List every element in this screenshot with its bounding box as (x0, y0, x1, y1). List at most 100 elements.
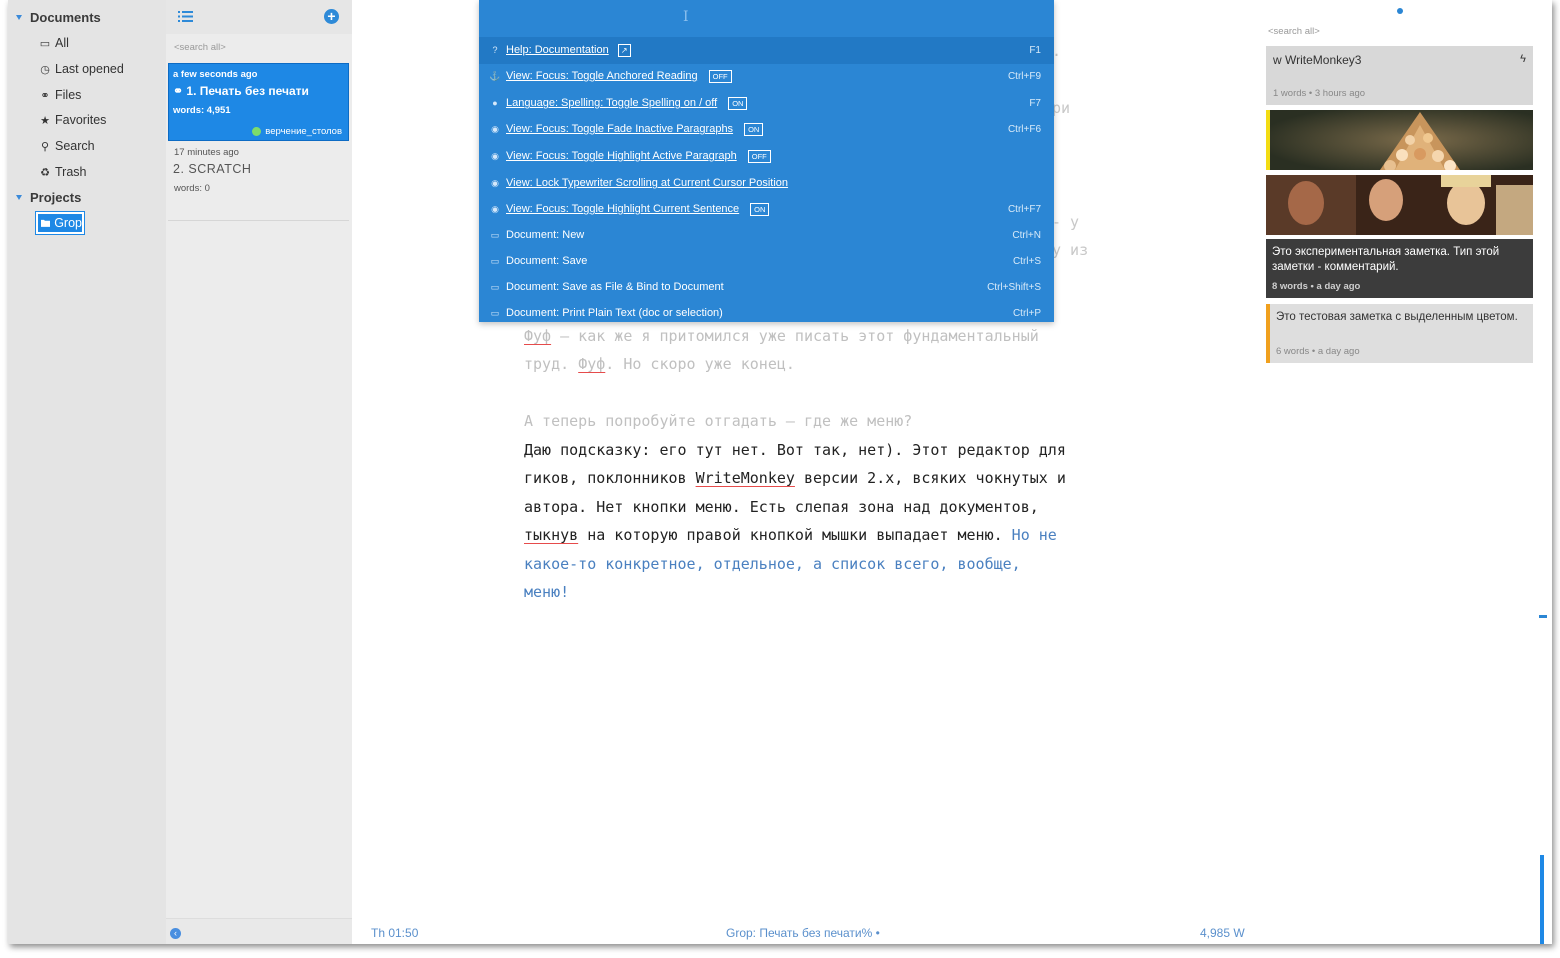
note-age: a day ago (1316, 281, 1361, 292)
command-item[interactable]: ⚓ View: Focus: Toggle Anchored Reading OFF… (479, 63, 1054, 90)
sidebar-item-trash[interactable]: ♻ Trash (39, 165, 86, 179)
note-title: Это экспериментальная заметка. Тип этой … (1272, 246, 1500, 273)
document-title: ⚭ 1. Печать без печати (173, 84, 309, 98)
command-item[interactable]: ▭ Document: Save Ctrl+S (479, 248, 1054, 275)
notes-search-input[interactable]: <search all> (1268, 26, 1320, 37)
footer-document-path[interactable]: Grop: Печать без печати% • (726, 926, 880, 940)
command-item[interactable]: ◉ View: Focus: Toggle Highlight Active Pa… (479, 143, 1054, 170)
command-palette-input[interactable]: I (479, 0, 1054, 36)
command-item[interactable]: ◉ View: Focus: Toggle Fade Inactive Parag… (479, 116, 1054, 143)
clock-icon: ◷ (40, 63, 50, 76)
note-words: 6 words (1276, 346, 1310, 357)
shortcut-key: Ctrl+P (1012, 307, 1041, 319)
document-words: words: 0 (174, 183, 210, 194)
sidebar-nav: Documents ▭ All ◷ Last opened ⚭ Files ★ Favorit… (8, 0, 166, 944)
command-label: View: Focus: Toggle Highlight Current Se… (506, 203, 740, 216)
misspelled-word: WriteMonkey (695, 469, 795, 487)
command-item[interactable]: ? Help: Documentation ↗ F1 (479, 37, 1054, 64)
document-title: 2. SCRATCH (173, 162, 252, 176)
footer-document-suffix: % • (861, 926, 880, 940)
scrollbar-thumb[interactable] (1540, 855, 1544, 944)
folder-icon (41, 219, 51, 227)
eye-icon: ◉ (491, 150, 499, 161)
highlighted-sentence: какое-то конкретное, отдельное, а список… (524, 555, 1021, 573)
collapse-left-icon[interactable]: ‹ (170, 928, 181, 939)
editor-line: А теперь попробуйте отгадать – где же ме… (524, 412, 913, 430)
note-meta: 6 words • a day ago (1276, 346, 1360, 357)
shortcut-key: Ctrl+N (1012, 229, 1041, 241)
command-item[interactable]: ◉ View: Lock Typewriter Scrolling at Curr… (479, 170, 1054, 197)
inbox-icon: ▭ (490, 307, 500, 318)
sidebar-item-label: Search (55, 139, 95, 153)
note-image-card[interactable] (1266, 110, 1533, 170)
command-item[interactable]: ◉ View: Focus: Toggle Highlight Current S… (479, 196, 1054, 223)
note-card[interactable]: w WriteMonkey3 ϟ 1 words • 3 hours ago (1266, 46, 1533, 105)
note-meta: 1 words • 3 hours ago (1273, 88, 1365, 99)
text-fragment: у из (1052, 241, 1089, 259)
project-item-grop[interactable]: Grop (35, 211, 85, 235)
editor-line: труд. Фуф. Но скоро уже конец. (524, 355, 795, 373)
shortcut-key: Ctrl+F9 (1007, 70, 1041, 82)
footer-word-count: 4,985 W (1200, 926, 1245, 940)
shortcut-key: F1 (1029, 44, 1041, 56)
note-card-dark[interactable]: Это экспериментальная заметка. Тип этой … (1266, 239, 1533, 298)
document-search-input[interactable]: <search all> (174, 42, 226, 53)
command-item[interactable]: ● Language: Spelling: Toggle Spelling on … (479, 90, 1054, 117)
command-item[interactable]: ▭ Document: Save as File & Bind to Docume… (479, 274, 1054, 301)
document-card[interactable]: 17 minutes ago 2. SCRATCH words: 0 (168, 143, 349, 221)
shortcut-key: Ctrl+F6 (1007, 123, 1041, 135)
command-label: Document: Print Plain Text (doc or selec… (506, 307, 723, 320)
text-run: на которую правой кнопкой мышки выпадает… (578, 526, 1012, 544)
comments-icon: ● (492, 98, 498, 109)
sidebar-item-files[interactable]: ⚭ Files (39, 88, 81, 102)
sidebar-item-search[interactable]: ⚲ Search (39, 139, 95, 153)
project-label: Grop (54, 216, 82, 230)
shortcut-key: Ctrl+F7 (1007, 203, 1041, 215)
command-label: View: Lock Typewriter Scrolling at Curre… (506, 177, 789, 190)
add-document-icon[interactable]: + (324, 9, 339, 24)
command-palette: I ? Help: Documentation ↗ F1 ⚓ View: Focus: T… (479, 0, 1054, 322)
note-age: 3 hours ago (1314, 88, 1366, 99)
note-title: w WriteMonkey3 (1273, 53, 1362, 67)
toggle-state-badge: ON (750, 202, 770, 216)
document-list-footer: ‹ (166, 918, 352, 944)
command-label: Document: Save (506, 255, 588, 268)
sidebar-item-label: Files (55, 88, 82, 102)
note-title: Это тестовая заметка с выделенным цветом… (1276, 311, 1518, 323)
command-label: Document: Save as File & Bind to Documen… (506, 281, 724, 294)
app-window: Documents ▭ All ◷ Last opened ⚭ Files ★ Favorit… (8, 0, 1552, 944)
note-image-card[interactable] (1266, 175, 1533, 235)
footer-project: Grop: (726, 926, 757, 940)
document-tag[interactable]: верчение_столов (252, 126, 342, 137)
external-link-icon: ↗ (617, 43, 631, 57)
text-run: гиков, поклонников (524, 469, 696, 487)
nav-section-documents[interactable]: Documents (16, 10, 101, 25)
toggle-state-badge: ON (728, 96, 748, 110)
document-time: a few seconds ago (173, 69, 258, 80)
text-run: – как же я притомился уже писать этот фу… (551, 327, 1039, 345)
text-cursor-icon: I (683, 9, 689, 25)
misspelled-word: Фуф (578, 355, 606, 373)
toggle-state-badge: OFF (708, 69, 732, 83)
sidebar-item-all[interactable]: ▭ All (39, 36, 69, 50)
misspelled-word: Фуф (524, 327, 552, 345)
sidebar-item-label: All (55, 36, 69, 50)
list-icon[interactable] (178, 10, 193, 23)
kittens-pyramid-image (1270, 110, 1533, 170)
sidebar-item-last-opened[interactable]: ◷ Last opened (39, 62, 124, 76)
tag-dot-icon (252, 127, 262, 136)
text-fragment: ри (1052, 99, 1071, 117)
command-item[interactable]: ▭ Document: Print Plain Text (doc or sele… (479, 300, 1054, 327)
document-card-active[interactable]: a few seconds ago ⚭ 1. Печать без печати… (168, 63, 349, 141)
caret-down-icon (16, 195, 22, 200)
toggle-state-badge: OFF (747, 149, 771, 163)
shortcut-key: Ctrl+S (1012, 255, 1041, 267)
sidebar-item-label: Last opened (55, 62, 124, 76)
sidebar-item-favorites[interactable]: ★ Favorites (39, 113, 106, 127)
meta-separator: • (1310, 281, 1314, 292)
command-item[interactable]: ▭ Document: New Ctrl+N (479, 222, 1054, 249)
document-list-toolbar: + (166, 0, 352, 34)
nav-section-projects[interactable]: Projects (16, 190, 81, 205)
document-words: words: 4,951 (173, 105, 231, 116)
note-card-highlighted[interactable]: Это тестовая заметка с выделенным цветом… (1266, 304, 1533, 363)
